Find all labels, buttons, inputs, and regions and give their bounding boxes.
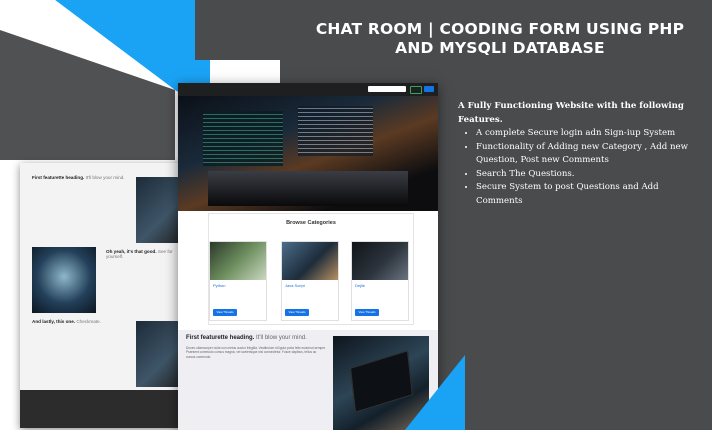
- back-row1-image: [136, 177, 182, 243]
- features-list: A Fully Functioning Website with the fol…: [458, 100, 698, 208]
- back-featurette-1: First featurette heading. It'll blow you…: [32, 175, 182, 245]
- mockup-navbar: [178, 83, 438, 96]
- front-featurette-tagline: It'll blow your mind.: [256, 335, 307, 341]
- blue-corner-accent: [405, 355, 465, 430]
- hero-keyboard: [208, 171, 408, 206]
- laptop-illustration: [350, 350, 413, 413]
- category-name: Python: [213, 283, 226, 288]
- back-row2-image: [32, 247, 96, 313]
- features-bullets: A complete Secure login adn Sign-iup Sys…: [458, 127, 698, 208]
- category-image: [282, 242, 338, 280]
- mockup-search-input: [368, 86, 406, 92]
- category-card-javascript: Java Script View Threads: [281, 241, 339, 321]
- mockup-hero-image: [178, 96, 438, 211]
- hero-monitor-left: [203, 111, 283, 166]
- category-name: Dejlle: [355, 283, 366, 288]
- page-title: CHAT ROOM | COODING FORM USING PHP AND M…: [300, 20, 700, 58]
- page-title-line1: CHAT ROOM | COODING FORM USING PHP: [315, 20, 685, 38]
- front-featurette-text: Donec ullamcorper nulla non metus auctor…: [186, 346, 326, 359]
- mockup-search-button: [410, 86, 422, 94]
- browse-categories-title: Browse Categories: [286, 220, 336, 226]
- category-name: Java Script: [285, 283, 305, 288]
- category-card-python: Python View Threads: [209, 241, 267, 321]
- feature-item: Functionality of Adding new Category , A…: [476, 141, 698, 168]
- back-row3-tagline: Checkmate.: [76, 319, 101, 324]
- view-threads-button: View Threads: [355, 309, 379, 316]
- back-row3-heading: And lastly, this one.: [32, 319, 76, 324]
- view-threads-button: View Threads: [213, 309, 237, 316]
- front-featurette: First featurette heading. It'll blow you…: [178, 330, 438, 430]
- front-website-mockup: Browse Categories Python View Threads Ja…: [178, 83, 438, 430]
- back-featurette-2: Oh yeah, it's that good. See for yoursel…: [32, 247, 182, 317]
- page-title-line2: AND MYSQLI DATABASE: [395, 39, 605, 57]
- mockup-login-button: [424, 86, 434, 92]
- category-card-dejlle: Dejlle View Threads: [351, 241, 409, 321]
- category-image: [352, 242, 408, 280]
- view-threads-button: View Threads: [285, 309, 309, 316]
- back-featurette-3: And lastly, this one. Checkmate.: [32, 319, 182, 389]
- front-featurette-heading: First featurette heading.: [186, 335, 255, 341]
- category-image: [210, 242, 266, 280]
- feature-item: Secure System to post Questions and Add …: [476, 181, 698, 208]
- hero-monitor-right: [298, 106, 373, 156]
- browse-categories-section: Browse Categories Python View Threads Ja…: [208, 213, 414, 325]
- feature-item: A complete Secure login adn Sign-iup Sys…: [476, 127, 698, 141]
- back-row3-image: [136, 321, 182, 387]
- back-footer: [20, 390, 182, 428]
- feature-item: Search The Questions.: [476, 168, 698, 182]
- back-website-mockup: First featurette heading. It'll blow you…: [20, 163, 182, 428]
- back-row1-heading: First featurette heading.: [32, 175, 85, 180]
- back-row1-tagline: It'll blow your mind.: [85, 175, 125, 180]
- features-heading: A Fully Functioning Website with the fol…: [458, 101, 684, 125]
